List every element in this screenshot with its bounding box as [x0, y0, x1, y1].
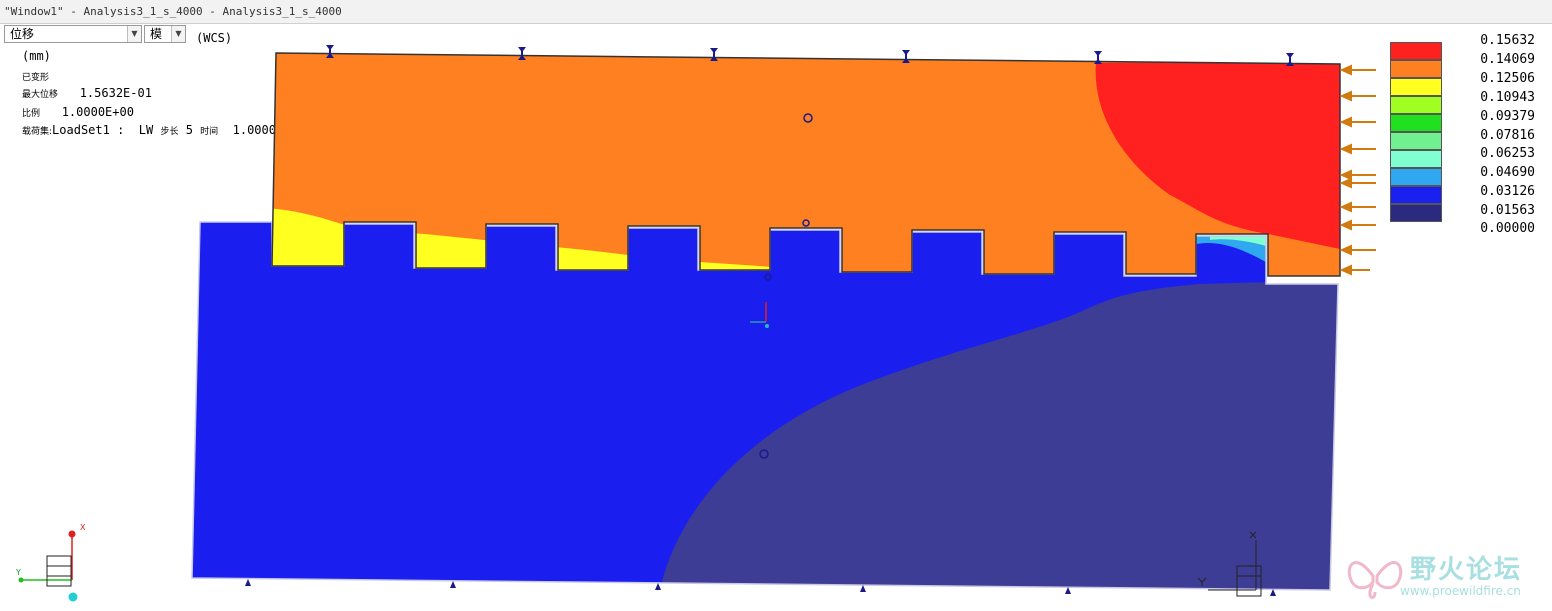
legend-swatch	[1390, 168, 1442, 186]
legend-swatch	[1390, 96, 1442, 114]
legend-value: 0.01563	[1480, 203, 1535, 218]
legend-value: 0.03126	[1480, 184, 1535, 199]
legend-swatch	[1390, 114, 1442, 132]
legend-swatch	[1390, 78, 1442, 96]
legend-value: 0.12506	[1480, 71, 1535, 86]
watermark-url: www.proewildfire.cn	[1400, 584, 1521, 598]
triad-y-label: Y	[15, 568, 21, 577]
legend-value: 0.09379	[1480, 109, 1535, 124]
legend-value: 0.14069	[1480, 52, 1535, 67]
legend-swatch	[1390, 60, 1442, 78]
butterfly-logo-icon	[1347, 561, 1403, 600]
model-viewport[interactable]: X Y	[0, 0, 1552, 611]
triad-x-label: X	[80, 523, 86, 532]
view-triad-icon: X Y	[15, 523, 86, 602]
watermark-title: 野火论坛	[1410, 555, 1523, 585]
load-arrows	[1339, 64, 1376, 276]
legend-value: 0.07816	[1480, 128, 1535, 143]
legend-value: 0.15632	[1480, 33, 1535, 48]
legend-value: 0.10943	[1480, 90, 1535, 105]
legend-swatch	[1390, 150, 1442, 168]
legend-value: 0.00000	[1480, 221, 1535, 236]
legend-swatch	[1390, 186, 1442, 204]
legend-swatch	[1390, 132, 1442, 150]
legend-swatch	[1390, 42, 1442, 60]
legend-value: 0.04690	[1480, 165, 1535, 180]
legend-swatch	[1390, 204, 1442, 222]
legend-value: 0.06253	[1480, 146, 1535, 161]
